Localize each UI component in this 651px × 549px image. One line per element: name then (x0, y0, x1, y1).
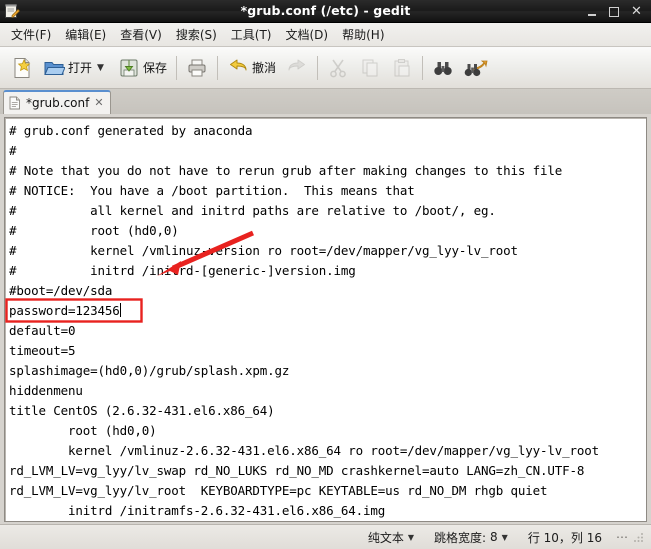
code-line: # grub.conf generated by anaconda (9, 123, 253, 138)
code-line: #boot=/dev/sda (9, 283, 113, 298)
tab-label: *grub.conf (26, 96, 90, 110)
tab-grub-conf[interactable]: *grub.conf ✕ (3, 90, 111, 114)
menu-bar: 文件(F) 编辑(E) 查看(V) 搜索(S) 工具(T) 文档(D) 帮助(H… (0, 23, 651, 47)
window-title: *grub.conf (/etc) - gedit (240, 3, 411, 18)
copy-button (354, 50, 386, 86)
code-line: # (9, 143, 17, 158)
save-label: 保存 (142, 61, 167, 75)
menu-documents[interactable]: 文档(D) (279, 25, 336, 45)
overflow-indicator: ⋯ (616, 530, 629, 544)
paste-button (386, 50, 418, 86)
binoculars-search-icon (432, 57, 454, 79)
status-bar: 纯文本 ▼ 跳格宽度: 8 ▼ 行 10，列 16 ⋯ (0, 524, 651, 549)
window-controls: ✕ (586, 5, 651, 18)
new-document-button[interactable] (6, 50, 38, 86)
code-line: timeout=5 (9, 343, 76, 358)
save-icon (118, 57, 140, 79)
copy-icon (359, 57, 381, 79)
menu-search[interactable]: 搜索(S) (169, 25, 224, 45)
chevron-down-icon: ▼ (501, 532, 508, 542)
print-button[interactable] (181, 50, 213, 86)
close-icon[interactable]: ✕ (630, 5, 643, 18)
paste-icon (391, 57, 413, 79)
open-button[interactable]: 打开 ▼ (38, 50, 113, 86)
open-label: 打开 (68, 61, 93, 75)
code-line: # root (hd0,0) (9, 223, 179, 238)
menu-view[interactable]: 查看(V) (113, 25, 169, 45)
code-line: password=123456 (9, 303, 121, 318)
code-line: rd_LVM_LV=vg_lyy/lv_swap rd_NO_LUKS rd_N… (9, 463, 585, 478)
printer-icon (186, 57, 208, 79)
tab-close-icon[interactable]: ✕ (94, 97, 103, 108)
text-view[interactable]: # grub.conf generated by anaconda # # Note… (4, 117, 647, 522)
folder-open-icon (43, 57, 65, 79)
cursor-position-label: 行 10，列 16 (527, 530, 602, 545)
encoding-selector[interactable]: 纯文本 ▼ (358, 529, 424, 546)
chevron-down-icon[interactable]: ▼ (97, 63, 104, 73)
menu-edit[interactable]: 编辑(E) (58, 25, 113, 45)
menu-tools[interactable]: 工具(T) (224, 25, 279, 45)
cut-button (322, 50, 354, 86)
gedit-icon (3, 2, 21, 20)
redo-button (281, 50, 313, 86)
text-cursor (119, 303, 121, 317)
toolbar-separator-4 (421, 55, 423, 80)
undo-button[interactable]: 撤消 (222, 50, 281, 86)
chevron-down-icon: ▼ (407, 532, 414, 542)
undo-label: 撤消 (251, 61, 276, 75)
find-replace-icon (464, 57, 488, 79)
tab-width-value: 8 (490, 530, 498, 544)
toolbar-separator-2 (216, 55, 218, 80)
code-line: initrd /initramfs-2.6.32-431.el6.x86_64.… (9, 503, 386, 518)
replace-button[interactable] (459, 50, 493, 86)
gedit-window: *grub.conf (/etc) - gedit ✕ 文件(F) 编辑(E) … (0, 0, 651, 549)
toolbar-separator-1 (175, 55, 177, 80)
code-line: hiddenmenu (9, 383, 83, 398)
scissors-icon (327, 57, 349, 79)
menu-file[interactable]: 文件(F) (4, 25, 58, 45)
editor-area: # grub.conf generated by anaconda # # Note… (0, 114, 651, 524)
toolbar: 打开 ▼ 保存 撤消 (0, 47, 651, 89)
menu-help[interactable]: 帮助(H) (335, 25, 391, 45)
code-line: rd_LVM_LV=vg_lyy/lv_root KEYBOARDTYPE=pc… (9, 483, 548, 498)
encoding-label: 纯文本 (367, 530, 404, 545)
code-line: kernel /vmlinuz-2.6.32-431.el6.x86_64 ro… (9, 443, 600, 458)
undo-icon (227, 57, 249, 79)
title-bar: *grub.conf (/etc) - gedit ✕ (0, 0, 651, 23)
tab-width-label: 跳格宽度: (433, 530, 487, 545)
tab-width-selector[interactable]: 跳格宽度: 8 ▼ (424, 529, 518, 546)
code-line: # initrd /initrd-[generic-]version.img (9, 263, 356, 278)
code-line: # kernel /vmlinuz-version ro root=/dev/m… (9, 243, 518, 258)
code-line: # NOTICE: You have a /boot partition. Th… (9, 183, 415, 198)
save-button[interactable]: 保存 (113, 50, 172, 86)
minimize-button[interactable] (586, 5, 599, 18)
code-line: # all kernel and initrd paths are relati… (9, 203, 496, 218)
toolbar-separator-3 (316, 55, 318, 80)
resize-grip[interactable] (633, 531, 645, 543)
cursor-position: 行 10，列 16 (518, 529, 612, 546)
code-line: splashimage=(hd0,0)/grub/splash.xpm.gz (9, 363, 290, 378)
maximize-button[interactable] (608, 5, 621, 18)
code-line: # Note that you do not have to rerun gru… (9, 163, 563, 178)
tab-bar: *grub.conf ✕ (0, 89, 651, 114)
code-line: title CentOS (2.6.32-431.el6.x86_64) (9, 403, 275, 418)
new-document-icon (11, 56, 33, 80)
code-line: default=0 (9, 323, 76, 338)
code-line: root (hd0,0) (9, 423, 157, 438)
find-button[interactable] (427, 50, 459, 86)
document-icon (9, 96, 21, 110)
redo-icon (286, 57, 308, 79)
document-text[interactable]: # grub.conf generated by anaconda # # Note… (5, 118, 646, 521)
